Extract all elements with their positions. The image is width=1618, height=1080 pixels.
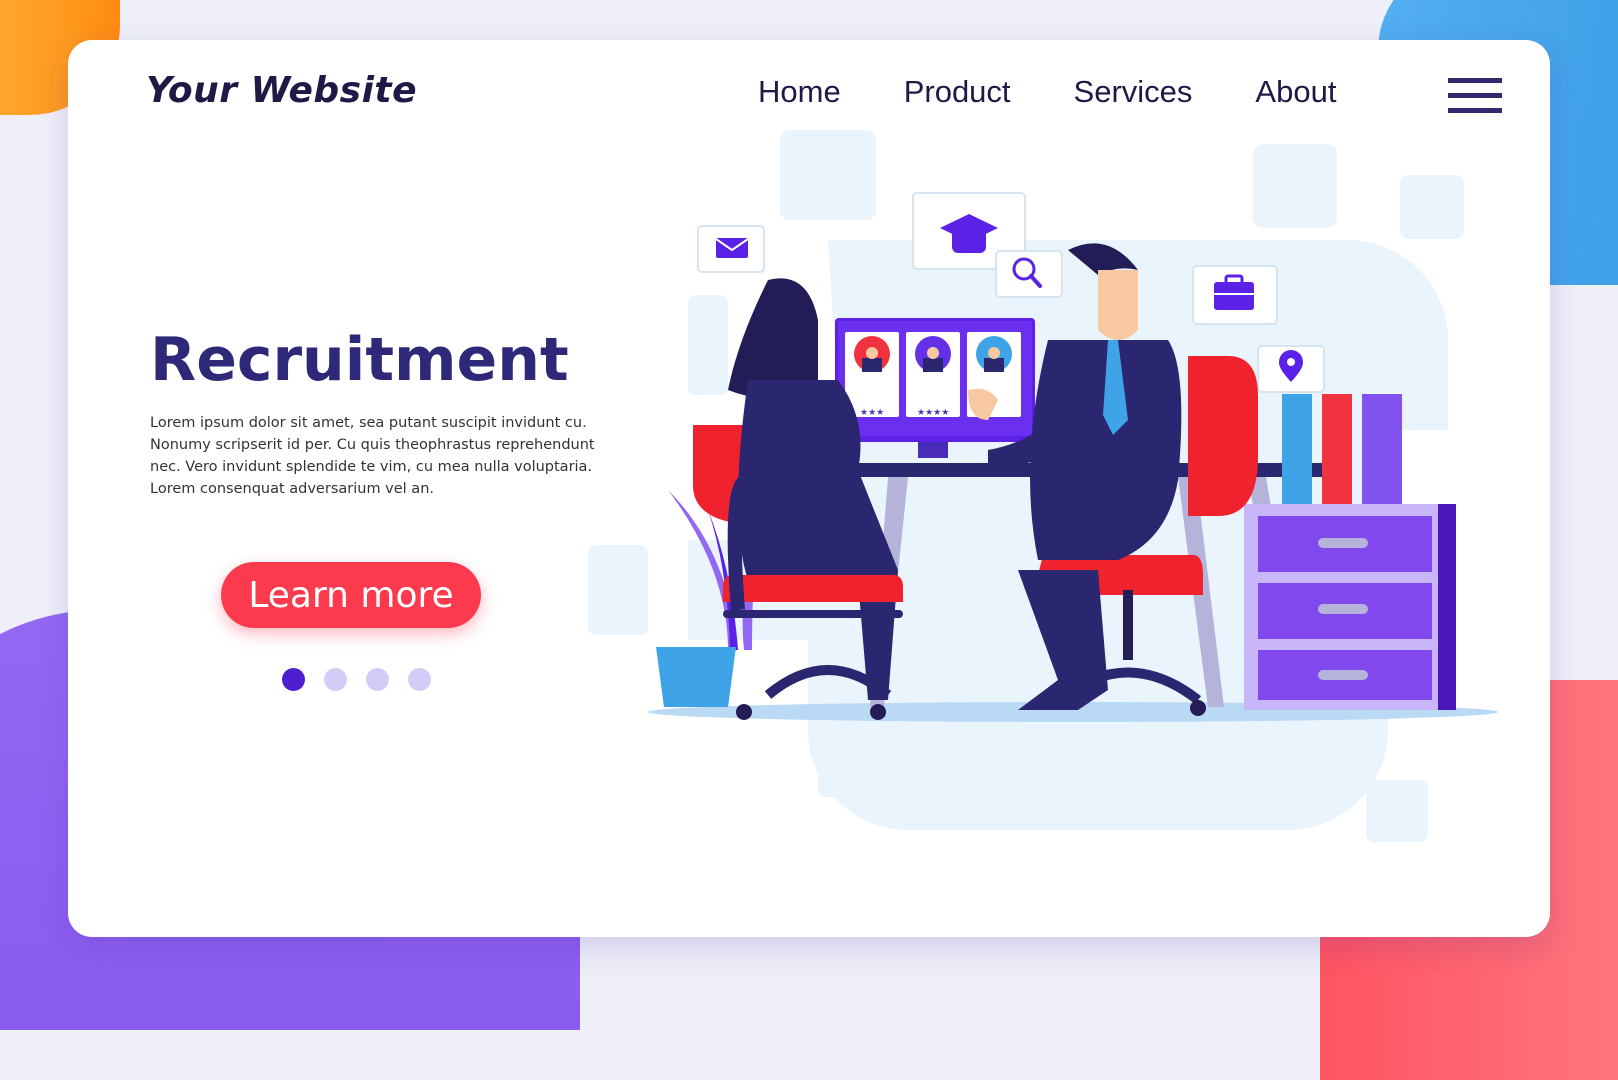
briefcase-card: [1192, 265, 1278, 325]
candidate-card-2: ★★★★: [906, 332, 960, 418]
search-card: [995, 250, 1063, 298]
hamburger-icon[interactable]: [1448, 78, 1502, 114]
binders: [1282, 394, 1402, 504]
carousel-dot-3[interactable]: [366, 668, 389, 691]
monitor: ★★★ ★★★★: [835, 318, 1035, 458]
briefcase-icon: [1214, 282, 1254, 310]
nav-home[interactable]: Home: [758, 74, 841, 110]
carousel-dot-1[interactable]: [282, 668, 305, 691]
main-nav: Home Product Services About: [758, 74, 1399, 110]
mail-card: [697, 225, 765, 273]
landing-card: ★★★ ★★★★ Your Website Home Product Servi…: [68, 40, 1550, 937]
nav-about[interactable]: About: [1255, 74, 1336, 110]
svg-text:★★★★: ★★★★: [917, 408, 949, 418]
nav-services[interactable]: Services: [1074, 74, 1193, 110]
hamburger-line: [1448, 108, 1502, 113]
hero-title: Recruitment: [150, 325, 569, 395]
nav-product[interactable]: Product: [904, 74, 1011, 110]
carousel-indicators: [282, 668, 431, 691]
site-logo[interactable]: Your Website: [146, 70, 417, 111]
hero-description: Lorem ipsum dolor sit amet, sea putant s…: [150, 415, 595, 497]
learn-more-button[interactable]: Learn more: [221, 562, 481, 628]
hamburger-line: [1448, 78, 1502, 83]
svg-text:★★★: ★★★: [860, 408, 884, 418]
carousel-dot-4[interactable]: [408, 668, 431, 691]
mail-icon: [716, 238, 748, 258]
candidate-card-1: ★★★: [845, 332, 899, 418]
hamburger-line: [1448, 93, 1502, 98]
file-cabinet: [1244, 504, 1456, 710]
location-card: [1257, 345, 1325, 393]
carousel-dot-2[interactable]: [324, 668, 347, 691]
